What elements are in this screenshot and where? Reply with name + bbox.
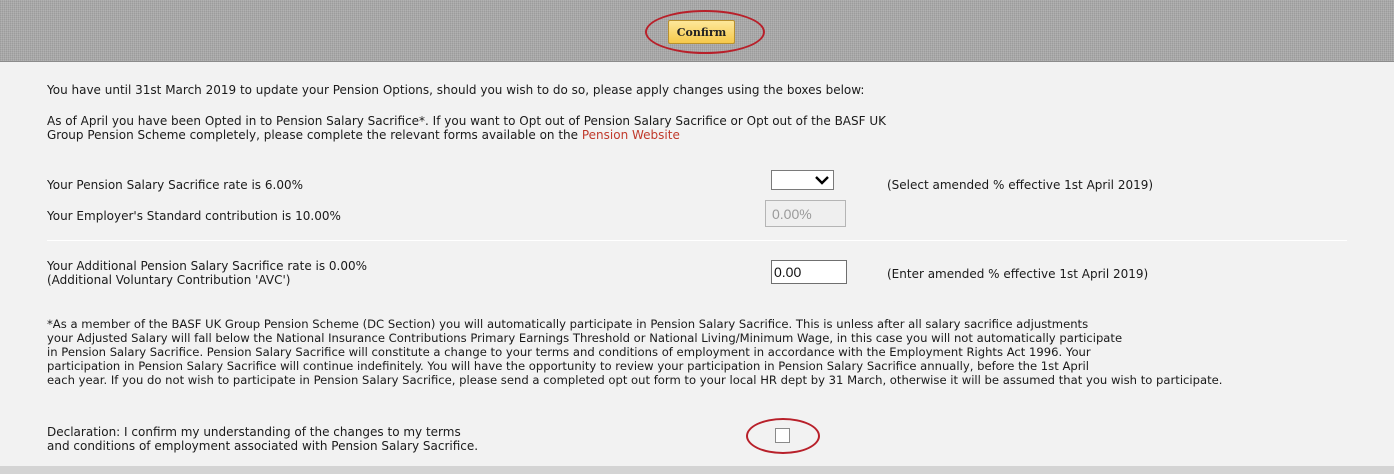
opt-in-line-2: Group Pension Scheme completely, please … — [47, 128, 886, 142]
avc-rate-input[interactable]: 0.00 — [771, 260, 847, 284]
bottom-bar — [0, 466, 1394, 474]
deadline-notice: You have until 31st March 2019 to update… — [47, 83, 865, 97]
additional-sacrifice-label: Your Additional Pension Salary Sacrifice… — [47, 259, 367, 287]
footnote-line: your Adjusted Salary will fall below the… — [47, 331, 1123, 345]
opt-in-line-1: As of April you have been Opted in to Pe… — [47, 114, 886, 128]
opt-in-line-2-text: Group Pension Scheme completely, please … — [47, 128, 582, 142]
declaration-line-1: Declaration: I confirm my understanding … — [47, 425, 461, 439]
footnote-line: each year. If you do not wish to partici… — [47, 373, 1223, 387]
footnote-line: in Pension Salary Sacrifice. Pension Sal… — [47, 345, 1091, 359]
employer-contribution-field: 0.00% — [765, 200, 846, 227]
section-divider — [47, 240, 1347, 241]
employer-contribution-label: Your Employer's Standard contribution is… — [47, 209, 341, 223]
salary-sacrifice-select[interactable] — [771, 170, 834, 190]
footnote-line: participation in Pension Salary Sacrific… — [47, 359, 1089, 373]
additional-sacrifice-label-line-2: (Additional Voluntary Contribution 'AVC'… — [47, 273, 291, 287]
chevron-down-icon — [815, 175, 829, 185]
opt-in-notice: As of April you have been Opted in to Pe… — [47, 114, 886, 142]
declaration-checkbox[interactable] — [775, 428, 790, 443]
footnote-line: *As a member of the BASF UK Group Pensio… — [47, 317, 1089, 331]
avc-rate-hint: (Enter amended % effective 1st April 201… — [887, 267, 1149, 281]
top-toolbar: Confirm — [0, 0, 1394, 62]
additional-sacrifice-label-line-1: Your Additional Pension Salary Sacrifice… — [47, 259, 368, 273]
salary-sacrifice-label: Your Pension Salary Sacrifice rate is 6.… — [47, 178, 303, 192]
confirm-button[interactable]: Confirm — [668, 20, 735, 44]
salary-sacrifice-footnote: *As a member of the BASF UK Group Pensio… — [47, 317, 1222, 387]
declaration-line-2: and conditions of employment associated … — [47, 439, 479, 453]
declaration-text: Declaration: I confirm my understanding … — [47, 425, 478, 453]
pension-website-link[interactable]: Pension Website — [582, 128, 680, 142]
salary-sacrifice-hint: (Select amended % effective 1st April 20… — [887, 178, 1154, 192]
